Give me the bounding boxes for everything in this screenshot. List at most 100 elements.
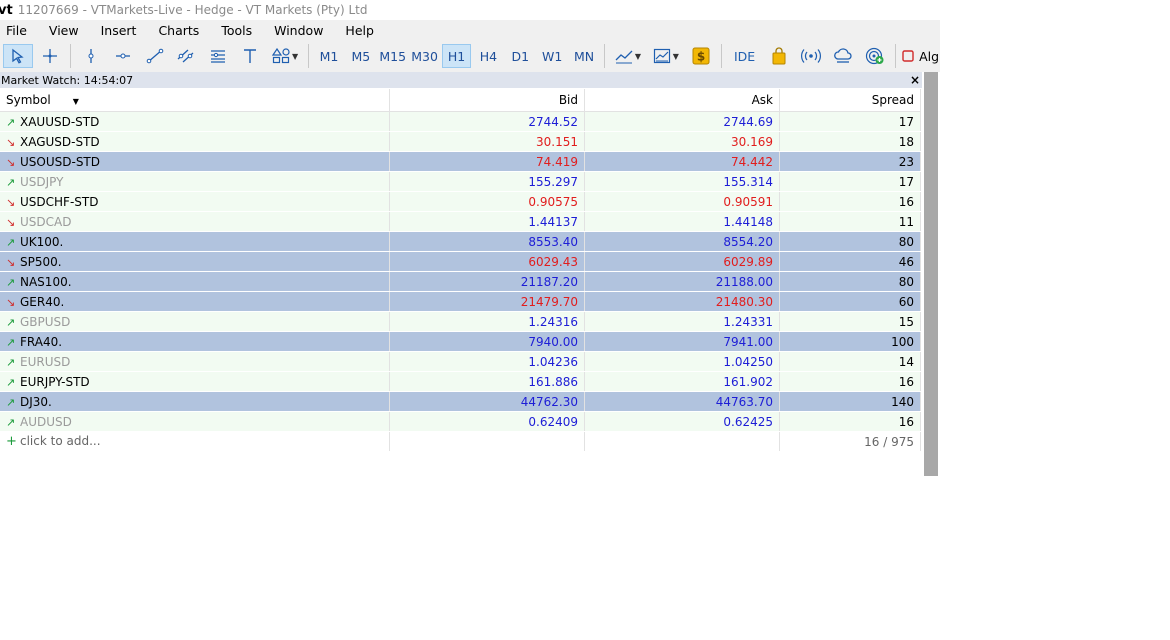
menu-charts[interactable]: Charts <box>152 23 209 38</box>
menu-view[interactable]: View <box>43 23 89 38</box>
table-row[interactable]: ↘ SP500. 6029.43 6029.89 46 <box>0 251 921 272</box>
timeframe-m15[interactable]: M15 <box>378 44 408 68</box>
up-arrow-icon: ↗ <box>6 355 16 369</box>
down-arrow-icon: ↘ <box>6 295 16 309</box>
toolbar-separator <box>69 44 71 68</box>
bid-cell: 44762.30 <box>389 391 585 412</box>
table-row[interactable]: ↘ XAGUSD-STD 30.151 30.169 18 <box>0 131 921 152</box>
spread-cell: 11 <box>779 211 921 232</box>
shapes-icon[interactable]: ▼ <box>267 44 303 68</box>
algo-trading-label: Alg <box>919 48 940 64</box>
table-row[interactable]: ↘ USDCAD 1.44137 1.44148 11 <box>0 211 921 232</box>
timeframe-h4[interactable]: H4 <box>473 44 503 68</box>
up-arrow-icon: ↗ <box>6 235 16 249</box>
menu-tools[interactable]: Tools <box>215 23 262 38</box>
table-row[interactable]: ↗ GBPUSD 1.24316 1.24331 15 <box>0 311 921 332</box>
dollar-icon[interactable]: $ <box>686 44 716 68</box>
plus-icon: + <box>6 434 17 449</box>
symbol-name: USOUSD-STD <box>20 154 101 169</box>
symbol-cell: ↘ SP500. <box>0 251 390 272</box>
symbol-cell: ↗ FRA40. <box>0 331 390 352</box>
bid-cell: 2744.52 <box>389 111 585 132</box>
bid-cell: 0.62409 <box>389 411 585 432</box>
up-arrow-icon: ↗ <box>6 115 16 129</box>
table-row[interactable]: ↗ NAS100. 21187.20 21188.00 80 <box>0 271 921 292</box>
add-symbol-cell[interactable]: + click to add... <box>0 431 390 452</box>
timeframe-m30[interactable]: M30 <box>410 44 440 68</box>
down-arrow-icon: ↘ <box>6 155 16 169</box>
signals-icon[interactable] <box>796 44 826 68</box>
symbol-cell: ↗ USDJPY <box>0 171 390 192</box>
menu-insert[interactable]: Insert <box>95 23 147 38</box>
table-row[interactable]: ↗ AUDUSD 0.62409 0.62425 16 <box>0 411 921 432</box>
radar-icon[interactable] <box>860 44 890 68</box>
ask-cell: 21188.00 <box>584 271 780 292</box>
vertical-scrollbar[interactable] <box>924 72 938 476</box>
trendline-icon[interactable] <box>140 44 170 68</box>
timeframe-mn[interactable]: MN <box>569 44 599 68</box>
timeframe-d1[interactable]: D1 <box>505 44 535 68</box>
table-row[interactable]: ↗ DJ30. 44762.30 44763.70 140 <box>0 391 921 412</box>
ask-cell: 74.442 <box>584 151 780 172</box>
symbol-name: EURJPY-STD <box>20 374 90 389</box>
symbol-name: SP500. <box>20 254 62 269</box>
empty-cell <box>584 431 780 452</box>
column-header-spread[interactable]: Spread <box>779 89 921 112</box>
symbol-cell: ↗ GBPUSD <box>0 311 390 332</box>
channel-icon[interactable] <box>171 44 201 68</box>
symbol-name: UK100. <box>20 234 64 249</box>
ask-cell: 7941.00 <box>584 331 780 352</box>
indicators-icon[interactable]: ▼ <box>610 44 646 68</box>
toolbar: ▼ M1 M5 M15 M30 H1 H4 D1 W1 MN ▼ ▼ $ IDE <box>0 40 940 72</box>
table-row[interactable]: ↘ GER40. 21479.70 21480.30 60 <box>0 291 921 312</box>
ide-button[interactable]: IDE <box>727 44 763 68</box>
algo-trading-button[interactable]: Alg <box>901 44 939 68</box>
column-header-symbol[interactable]: Symbol ▼ <box>0 89 390 112</box>
text-icon[interactable] <box>235 44 265 68</box>
table-row[interactable]: ↗ EURJPY-STD 161.886 161.902 16 <box>0 371 921 392</box>
spread-cell: 60 <box>779 291 921 312</box>
app-logo: vt <box>0 2 13 18</box>
table-row[interactable]: ↗ EURUSD 1.04236 1.04250 14 <box>0 351 921 372</box>
cursor-icon[interactable] <box>3 44 33 68</box>
fibonacci-icon[interactable] <box>203 44 233 68</box>
up-arrow-icon: ↗ <box>6 395 16 409</box>
vps-cloud-icon[interactable] <box>828 44 858 68</box>
timeframe-m1[interactable]: M1 <box>314 44 344 68</box>
up-arrow-icon: ↗ <box>6 315 16 329</box>
timeframe-m5[interactable]: M5 <box>346 44 376 68</box>
menu-help[interactable]: Help <box>339 23 384 38</box>
menu-window[interactable]: Window <box>268 23 333 38</box>
table-row[interactable]: ↗ UK100. 8553.40 8554.20 80 <box>0 231 921 252</box>
table-row[interactable]: ↗ XAUUSD-STD 2744.52 2744.69 17 <box>0 111 921 132</box>
bid-cell: 8553.40 <box>389 231 585 252</box>
spread-cell: 80 <box>779 231 921 252</box>
horizontal-line-icon[interactable] <box>108 44 138 68</box>
market-bag-icon[interactable] <box>765 44 795 68</box>
chevron-down-icon: ▼ <box>672 51 679 61</box>
column-header-bid[interactable]: Bid <box>389 89 585 112</box>
symbol-cell: ↘ XAGUSD-STD <box>0 131 390 152</box>
templates-icon[interactable]: ▼ <box>648 44 684 68</box>
table-row[interactable]: ↘ USOUSD-STD 74.419 74.442 23 <box>0 151 921 172</box>
close-icon[interactable]: × <box>910 72 920 88</box>
crosshair-icon[interactable] <box>35 44 65 68</box>
vertical-line-icon[interactable] <box>76 44 106 68</box>
column-header-ask[interactable]: Ask <box>584 89 780 112</box>
table-row[interactable]: ↘ USDCHF-STD 0.90575 0.90591 16 <box>0 191 921 212</box>
spread-cell: 23 <box>779 151 921 172</box>
spread-cell: 46 <box>779 251 921 272</box>
timeframe-w1[interactable]: W1 <box>537 44 567 68</box>
timeframe-h1[interactable]: H1 <box>441 44 472 68</box>
bid-cell: 6029.43 <box>389 251 585 272</box>
ask-cell: 2744.69 <box>584 111 780 132</box>
symbol-cell: ↗ NAS100. <box>0 271 390 292</box>
table-row[interactable]: ↗ USDJPY 155.297 155.314 17 <box>0 171 921 192</box>
menu-file[interactable]: File <box>0 23 37 38</box>
symbol-cell: ↗ XAUUSD-STD <box>0 111 390 132</box>
spread-cell: 17 <box>779 111 921 132</box>
symbol-name: XAGUSD-STD <box>20 134 100 149</box>
table-row[interactable]: ↗ FRA40. 7940.00 7941.00 100 <box>0 331 921 352</box>
add-symbol-row[interactable]: + click to add... 16 / 975 <box>0 431 921 452</box>
sort-caret-icon: ▼ <box>72 97 79 106</box>
